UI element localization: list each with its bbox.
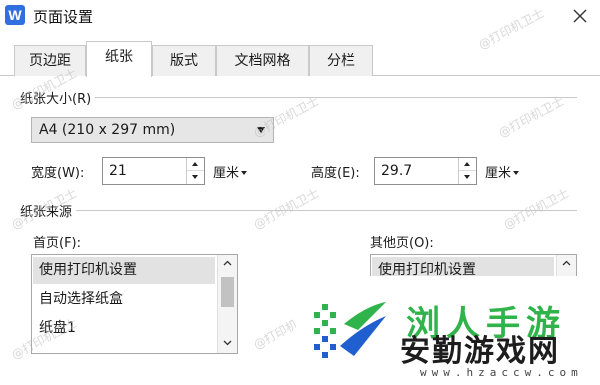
close-icon xyxy=(573,9,587,23)
paper-size-value: A4 (210 x 297 mm) xyxy=(39,122,176,138)
width-field[interactable]: 21 xyxy=(102,157,205,185)
chevron-down-icon xyxy=(223,340,232,346)
caret-down-icon xyxy=(241,171,248,175)
site-logo-overlay: 浏人手游 安勤游戏网 www.hzaccw.com xyxy=(296,276,600,385)
chevron-up-icon xyxy=(223,260,232,266)
other-pages-label: 其他页(O): xyxy=(370,236,434,251)
scroll-up-button[interactable] xyxy=(218,255,237,273)
first-page-label: 首页(F): xyxy=(33,236,82,251)
tab-strip: 页边距 纸张 版式 文档网格 分栏 xyxy=(0,40,600,77)
paper-size-section-label: 纸张大小(R) xyxy=(20,88,96,107)
width-decrement-button[interactable] xyxy=(187,171,204,184)
paper-source-section-label: 纸张来源 xyxy=(20,201,77,220)
height-value: 29.7 xyxy=(381,163,413,179)
height-increment-button[interactable] xyxy=(459,158,476,171)
wps-writer-icon: W xyxy=(5,5,25,25)
first-page-scrollbar[interactable] xyxy=(217,255,237,353)
close-button[interactable] xyxy=(564,2,596,30)
width-unit-dropdown[interactable]: 厘米 xyxy=(213,162,248,181)
height-stepper xyxy=(458,158,476,184)
watermark: @打印机卫士 xyxy=(501,185,572,233)
height-field[interactable]: 29.7 xyxy=(374,157,477,185)
first-page-listbox[interactable]: 使用打印机设置 自动选择纸盒 纸盘1 xyxy=(31,254,238,354)
section-divider xyxy=(20,97,577,98)
height-label: 高度(E): xyxy=(311,166,360,181)
scroll-thumb[interactable] xyxy=(221,277,234,307)
caret-down-icon xyxy=(513,171,520,175)
tab-layout[interactable]: 版式 xyxy=(152,45,216,76)
logo-mark-icon xyxy=(314,302,386,358)
section-divider xyxy=(20,210,577,211)
width-stepper xyxy=(186,158,204,184)
chevron-down-icon xyxy=(257,127,265,133)
list-item[interactable]: 自动选择纸盒 xyxy=(33,286,215,313)
scroll-up-button[interactable] xyxy=(557,255,576,273)
tab-margins[interactable]: 页边距 xyxy=(14,45,86,76)
scroll-down-button[interactable] xyxy=(218,335,237,353)
logo-url-text: www.hzaccw.com xyxy=(420,366,583,379)
chevron-up-icon xyxy=(562,260,571,266)
width-value: 21 xyxy=(109,163,127,179)
paper-size-select[interactable]: A4 (210 x 297 mm) xyxy=(31,117,274,143)
logo-main-text: 安勤游戏网 xyxy=(400,334,560,369)
watermark: @打印机卫士 xyxy=(251,185,322,233)
width-label: 宽度(W): xyxy=(31,166,85,181)
height-decrement-button[interactable] xyxy=(459,171,476,184)
watermark: @打印机卫士 xyxy=(496,93,567,141)
tab-document-grid[interactable]: 文档网格 xyxy=(216,45,309,76)
list-item[interactable]: 纸盘1 xyxy=(33,315,215,342)
tab-columns[interactable]: 分栏 xyxy=(309,45,373,76)
dialog-title: 页面设置 xyxy=(33,8,94,26)
tab-paper[interactable]: 纸张 xyxy=(86,41,152,77)
width-unit-label: 厘米 xyxy=(213,166,240,181)
height-unit-label: 厘米 xyxy=(485,166,512,181)
height-unit-dropdown[interactable]: 厘米 xyxy=(485,162,520,181)
title-bar: W 页面设置 xyxy=(0,0,600,33)
list-item[interactable]: 使用打印机设置 xyxy=(33,257,215,284)
width-increment-button[interactable] xyxy=(187,158,204,171)
